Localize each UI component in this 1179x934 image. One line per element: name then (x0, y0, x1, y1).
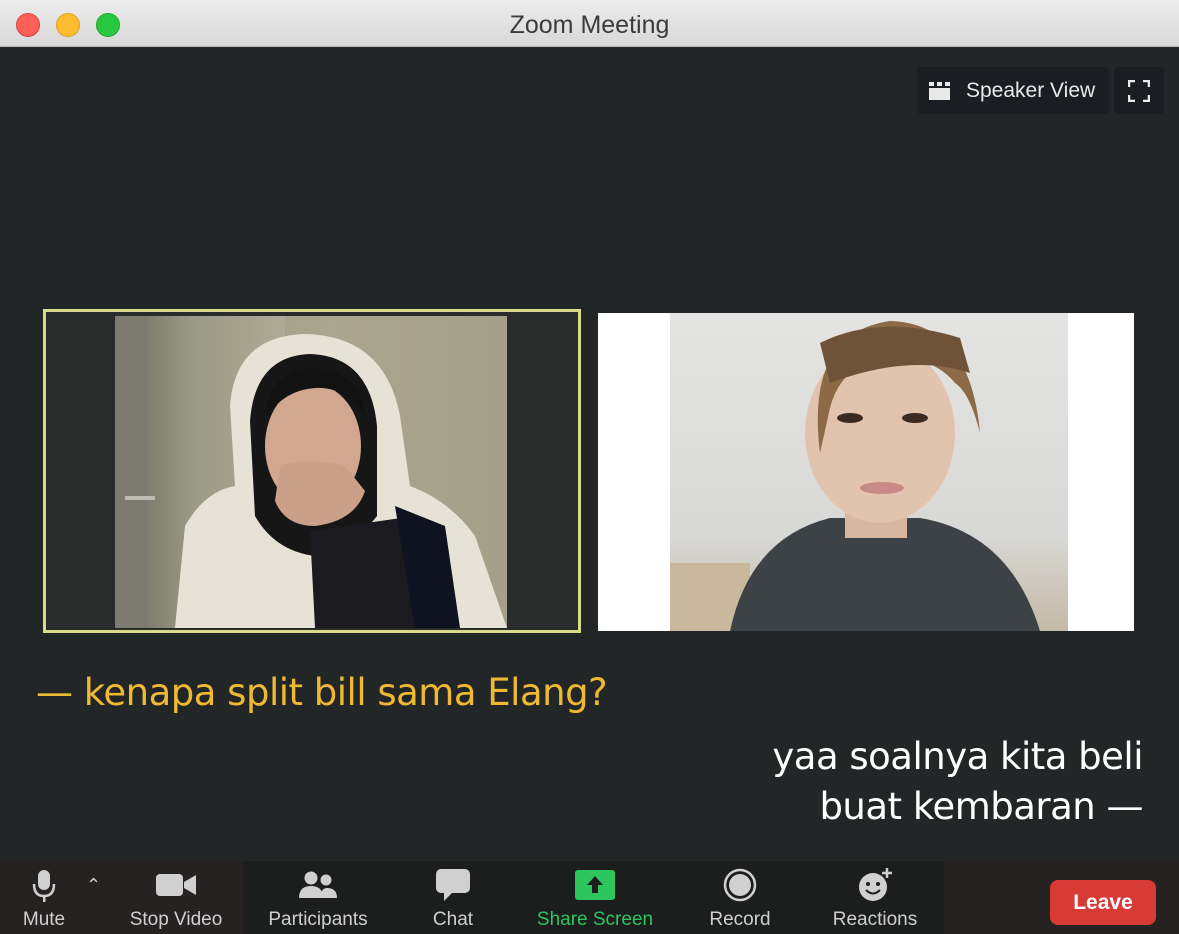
participant-portrait-image (670, 321, 1040, 631)
share-screen-icon (575, 870, 615, 900)
fullscreen-icon (1128, 79, 1150, 102)
stop-video-button[interactable]: Stop Video (120, 861, 232, 934)
leave-meeting-button[interactable]: Leave (1050, 880, 1156, 925)
reactions-label: Reactions (832, 909, 918, 930)
caption-answer-line-2: buat kembaran — (819, 785, 1143, 828)
video-camera-icon (156, 874, 196, 896)
caption-answer: yaa soalnya kita beli buat kembaran — (772, 732, 1143, 832)
meeting-toolbar: Mute ⌃ Stop Video Participants Chat Shar… (0, 861, 1179, 934)
caption-answer-line-1: yaa soalnya kita beli (772, 735, 1143, 778)
grid-view-icon (929, 81, 950, 100)
reactions-button[interactable]: Reactions (825, 861, 925, 934)
participant-silhouette-image (115, 316, 507, 628)
share-screen-label: Share Screen (536, 909, 654, 930)
record-icon (723, 868, 757, 902)
microphone-icon (32, 870, 56, 902)
participant-video-feed (115, 316, 507, 628)
fullscreen-button[interactable] (1114, 67, 1164, 114)
mute-button[interactable]: Mute (14, 861, 74, 934)
record-button[interactable]: Record (700, 861, 780, 934)
video-tile-active-speaker[interactable] (43, 309, 581, 633)
record-label: Record (709, 909, 771, 930)
chat-label: Chat (432, 909, 474, 930)
caption-question: — kenapa split bill sama Elang? (36, 671, 608, 714)
participants-icon (299, 871, 337, 898)
reactions-smiley-icon (859, 868, 892, 901)
participant-video-feed-2 (670, 313, 1068, 631)
window-title: Zoom Meeting (509, 11, 670, 39)
chat-button[interactable]: Chat (423, 861, 483, 934)
stop-video-label: Stop Video (129, 909, 223, 930)
mute-label: Mute (22, 909, 66, 930)
speaker-view-label: Speaker View (966, 78, 1096, 102)
chevron-up-icon[interactable]: ⌃ (86, 875, 101, 896)
title-bar: Zoom Meeting (0, 0, 1179, 47)
chat-bubble-icon (436, 869, 470, 901)
participants-label: Participants (268, 909, 368, 930)
speaker-view-button[interactable]: Speaker View (917, 67, 1109, 114)
share-screen-button[interactable]: Share Screen (528, 861, 662, 934)
participants-button[interactable]: Participants (258, 861, 378, 934)
video-tile-participant[interactable] (598, 313, 1134, 631)
